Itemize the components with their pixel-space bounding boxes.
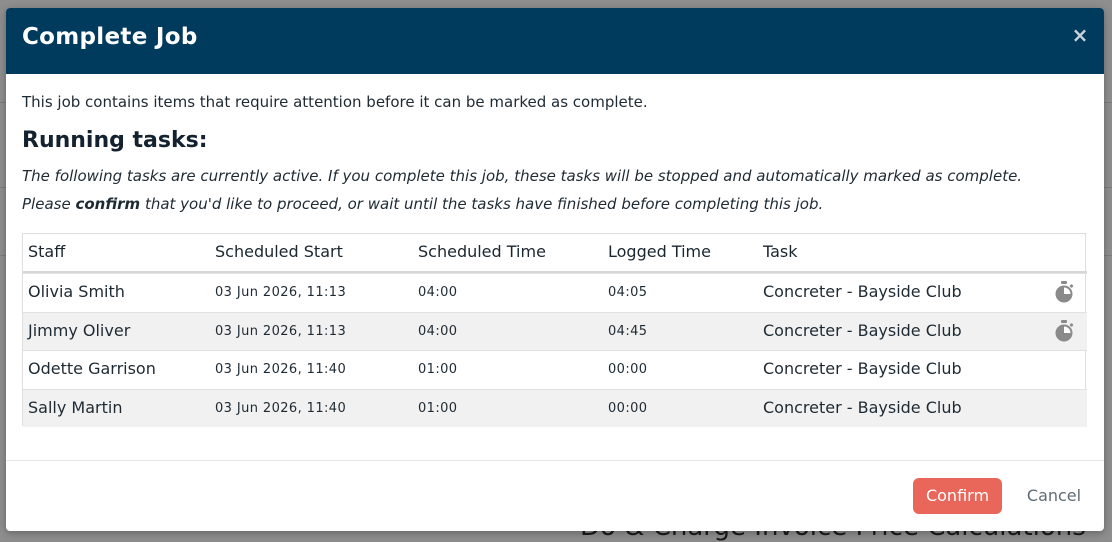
task-cell: Concreter - Bayside Club: [763, 359, 962, 378]
scheduled-start-cell: 03 Jun 2026, 11:40: [215, 362, 347, 377]
description-text: Please: [22, 195, 76, 213]
cancel-button[interactable]: Cancel: [1016, 478, 1092, 514]
table-row: Olivia Smith 03 Jun 2026, 11:13 04:00 04…: [23, 273, 1087, 312]
modal-footer-divider: [6, 460, 1104, 461]
modal-header: Complete Job ×: [6, 8, 1104, 74]
table-header-row: Staff Scheduled Start Scheduled Time Log…: [23, 234, 1087, 273]
close-button[interactable]: ×: [1070, 23, 1090, 47]
table-row: Sally Martin 03 Jun 2026, 11:40 01:00 00…: [23, 388, 1087, 427]
column-header-logged-time: Logged Time: [608, 242, 711, 261]
description-line-1: The following tasks are currently active…: [22, 167, 1023, 185]
scheduled-time-cell: 01:00: [418, 362, 458, 377]
running-tasks-table: Staff Scheduled Start Scheduled Time Log…: [22, 233, 1087, 427]
column-header-scheduled-start: Scheduled Start: [215, 242, 343, 261]
stopwatch-icon[interactable]: [1053, 319, 1075, 343]
column-header-staff: Staff: [28, 242, 66, 261]
running-tasks-description: The following tasks are currently active…: [22, 162, 1092, 218]
scheduled-start-cell: 03 Jun 2026, 11:13: [215, 285, 347, 300]
logged-time-cell: 04:45: [608, 323, 648, 339]
scheduled-time-cell: 01:00: [418, 400, 458, 416]
scheduled-start-cell: 03 Jun 2026, 11:40: [215, 400, 347, 416]
task-cell: Concreter - Bayside Club: [763, 282, 962, 301]
description-line-2: Please confirm that you'd like to procee…: [22, 190, 1092, 218]
staff-cell: Sally Martin: [28, 397, 123, 417]
complete-job-modal: Complete Job × This job contains items t…: [6, 8, 1104, 531]
logged-time-cell: 04:05: [608, 285, 648, 300]
description-text: that you'd like to proceed, or wait unti…: [140, 195, 824, 213]
staff-cell: Olivia Smith: [28, 282, 125, 301]
modal-title: Complete Job: [22, 24, 198, 50]
table-row: Odette Garrison 03 Jun 2026, 11:40 01:00…: [23, 350, 1087, 389]
running-tasks-heading: Running tasks:: [22, 128, 208, 153]
stopwatch-icon[interactable]: [1053, 280, 1075, 304]
confirm-button[interactable]: Confirm: [913, 478, 1002, 514]
scheduled-time-cell: 04:00: [418, 323, 458, 339]
task-cell: Concreter - Bayside Club: [763, 397, 962, 417]
column-header-task: Task: [763, 242, 798, 261]
logged-time-cell: 00:00: [608, 362, 648, 377]
staff-cell: Jimmy Oliver: [28, 320, 131, 340]
logged-time-cell: 00:00: [608, 400, 648, 416]
intro-text: This job contains items that require att…: [22, 93, 648, 111]
description-emphasis: confirm: [75, 195, 141, 213]
column-header-scheduled-time: Scheduled Time: [418, 242, 546, 261]
scheduled-time-cell: 04:00: [418, 285, 458, 300]
scheduled-start-cell: 03 Jun 2026, 11:13: [215, 323, 347, 339]
task-cell: Concreter - Bayside Club: [763, 320, 962, 340]
table-row: Jimmy Oliver 03 Jun 2026, 11:13 04:00 04…: [23, 311, 1087, 350]
staff-cell: Odette Garrison: [28, 359, 156, 378]
